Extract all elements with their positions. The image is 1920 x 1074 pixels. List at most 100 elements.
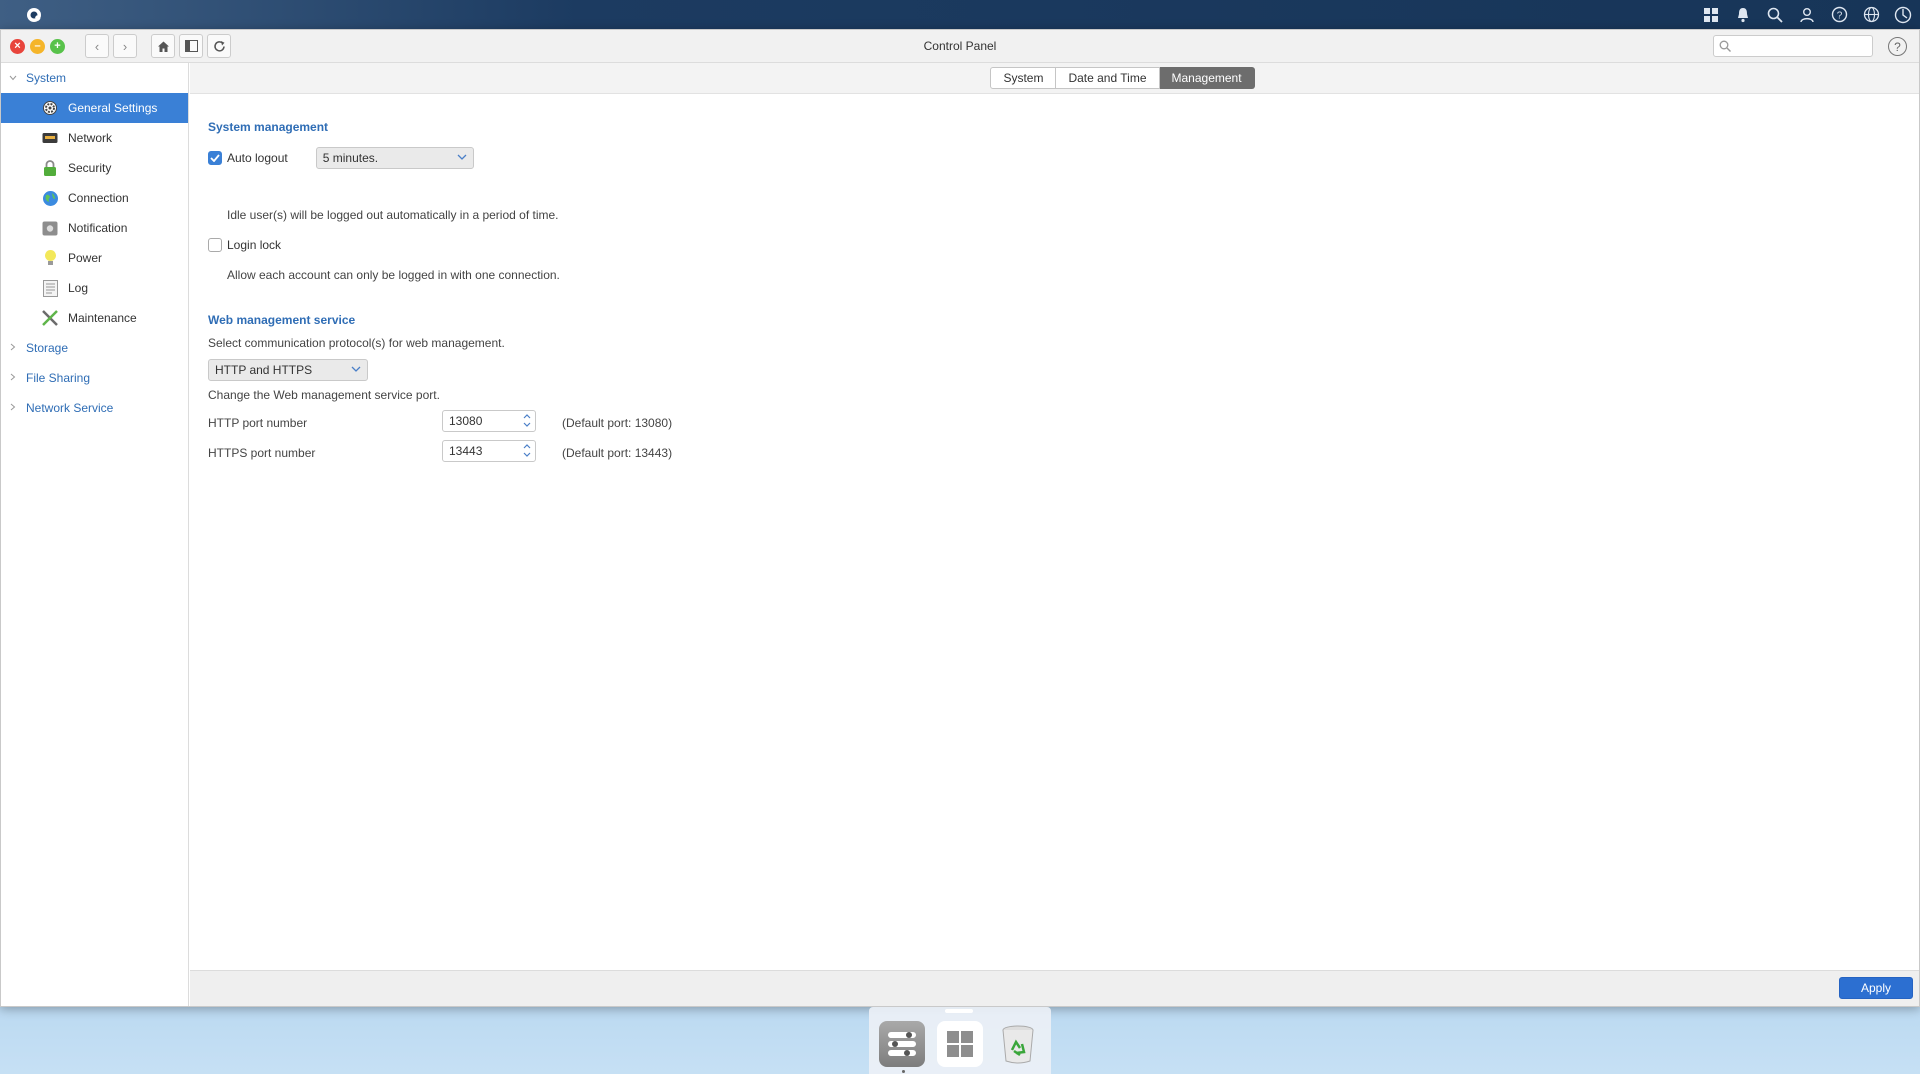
sidebar-item-label: Maintenance	[68, 311, 137, 325]
auto-logout-description: Idle user(s) will be logged out automati…	[227, 208, 559, 222]
login-lock-checkbox[interactable]	[208, 238, 222, 252]
sidebar-item-label: Network	[68, 131, 113, 145]
help-icon[interactable]: ?	[1828, 4, 1850, 26]
dock-control-panel-app[interactable]	[879, 1021, 925, 1067]
chevron-right-icon	[7, 403, 19, 414]
stepper-arrows-icon[interactable]	[523, 412, 531, 429]
sidebar-item-log[interactable]: Log	[1, 273, 188, 303]
help-icon: ?	[1894, 39, 1901, 54]
sidebar-item-connection[interactable]: Connection	[1, 183, 188, 213]
chevron-down-icon	[7, 73, 19, 84]
sidebar-item-power[interactable]: Power	[1, 243, 188, 273]
network-icon	[41, 129, 59, 147]
close-icon[interactable]: ×	[10, 38, 25, 54]
sidebar-item-label: Connection	[68, 191, 129, 205]
sidebar-item-label: General Settings	[68, 101, 158, 115]
search-input[interactable]	[1735, 39, 1865, 53]
sidebar-group-label: Storage	[26, 341, 69, 355]
sidebar-item-general-settings[interactable]: General Settings	[1, 93, 188, 123]
control-panel-icon	[888, 1032, 916, 1056]
sidebar-group-system[interactable]: System	[1, 63, 188, 93]
sidebar-item-security[interactable]: Security	[1, 153, 188, 183]
dashboard-icon[interactable]	[1892, 4, 1914, 26]
tools-icon	[41, 309, 59, 327]
sidebar-group-file-sharing[interactable]: File Sharing	[1, 363, 188, 393]
sidebar-item-label: Log	[68, 281, 89, 295]
window-title: Control Panel	[923, 39, 997, 53]
tab-bar: System Date and Time Management	[190, 63, 1919, 94]
user-icon[interactable]	[1796, 4, 1818, 26]
protocol-value: HTTP and HTTPS	[215, 363, 313, 377]
system-management-title: System management	[208, 120, 329, 134]
chevron-down-icon	[351, 363, 361, 378]
login-lock-label: Login lock	[227, 238, 282, 252]
svg-text:?: ?	[1836, 11, 1842, 22]
tab-system[interactable]: System	[990, 67, 1057, 89]
dock-recycle-bin[interactable]	[995, 1021, 1041, 1067]
apply-button[interactable]: Apply	[1839, 977, 1913, 999]
https-port-label: HTTPS port number	[208, 446, 316, 460]
sidebar-group-storage[interactable]: Storage	[1, 333, 188, 363]
bell-icon[interactable]	[1732, 4, 1754, 26]
window-controls: × – +	[10, 38, 65, 54]
recycle-bin-icon	[1002, 1025, 1034, 1064]
http-port-label: HTTP port number	[208, 416, 308, 430]
auto-logout-checkbox[interactable]	[208, 151, 222, 165]
bulb-icon	[41, 249, 59, 267]
dock-running-indicator	[902, 1070, 905, 1073]
tab-date-and-time[interactable]: Date and Time	[1056, 67, 1160, 89]
back-button[interactable]: ‹	[85, 34, 109, 58]
auto-logout-select[interactable]: 5 minutes.	[315, 147, 474, 169]
chevron-right-icon	[7, 373, 19, 384]
system-tray: ?	[1700, 4, 1914, 26]
desktop-top-bar: ?	[0, 0, 1920, 29]
stepper-arrows-icon[interactable]	[523, 442, 531, 459]
sidebar-item-notification[interactable]: Notification	[1, 213, 188, 243]
https-port-input[interactable]	[449, 444, 509, 458]
toggle-sidebar-button[interactable]	[179, 34, 203, 58]
dock-app-center[interactable]	[937, 1021, 983, 1067]
minimize-icon[interactable]: –	[30, 38, 45, 54]
sidebar-item-network[interactable]: Network	[1, 123, 188, 153]
window-footer: Apply	[190, 970, 1919, 1006]
management-content: System management Auto logout 5 minutes.…	[190, 94, 1919, 970]
http-default-port: (Default port: 13080)	[562, 416, 673, 430]
dock-handle[interactable]	[945, 1009, 973, 1013]
forward-button[interactable]: ›	[113, 34, 137, 58]
tab-management[interactable]: Management	[1159, 67, 1255, 89]
gear-icon	[41, 99, 59, 117]
web-management-title: Web management service	[208, 313, 356, 327]
sidebar-item-maintenance[interactable]: Maintenance	[1, 303, 188, 333]
maximize-icon[interactable]: +	[50, 38, 65, 54]
globe-icon[interactable]	[1860, 4, 1882, 26]
notification-icon	[41, 219, 59, 237]
app-logo-icon[interactable]	[20, 1, 48, 29]
checkmark-icon	[210, 154, 220, 162]
sidebar-item-label: Power	[68, 251, 103, 265]
http-port-stepper[interactable]	[442, 410, 536, 432]
control-panel-window: × – + ‹ › Control Panel ? System General…	[0, 29, 1920, 1007]
home-button[interactable]	[151, 34, 175, 58]
sidebar: System General Settings Network Security…	[1, 63, 189, 1006]
port-description: Change the Web management service port.	[208, 388, 440, 402]
chevron-left-icon: ‹	[94, 38, 100, 54]
search-icon[interactable]	[1764, 4, 1786, 26]
apps-grid-icon	[947, 1031, 973, 1057]
chevron-down-icon	[457, 151, 467, 166]
sidebar-icon	[184, 40, 198, 52]
chevron-right-icon: ›	[122, 38, 128, 54]
window-search[interactable]	[1713, 35, 1873, 57]
https-port-stepper[interactable]	[442, 440, 536, 462]
refresh-button[interactable]	[207, 34, 231, 58]
http-port-input[interactable]	[449, 414, 509, 428]
auto-logout-label: Auto logout	[227, 151, 288, 165]
sidebar-group-network-service[interactable]: Network Service	[1, 393, 188, 423]
protocol-select[interactable]: HTTP and HTTPS	[208, 359, 368, 381]
login-lock-row: Login lock	[208, 238, 281, 252]
sidebar-group-label: Network Service	[26, 401, 114, 415]
help-button[interactable]: ?	[1888, 37, 1907, 56]
apps-grid-icon[interactable]	[1700, 4, 1722, 26]
protocol-description: Select communication protocol(s) for web…	[208, 336, 505, 350]
home-icon	[157, 41, 169, 52]
sidebar-item-label: Notification	[68, 221, 128, 235]
